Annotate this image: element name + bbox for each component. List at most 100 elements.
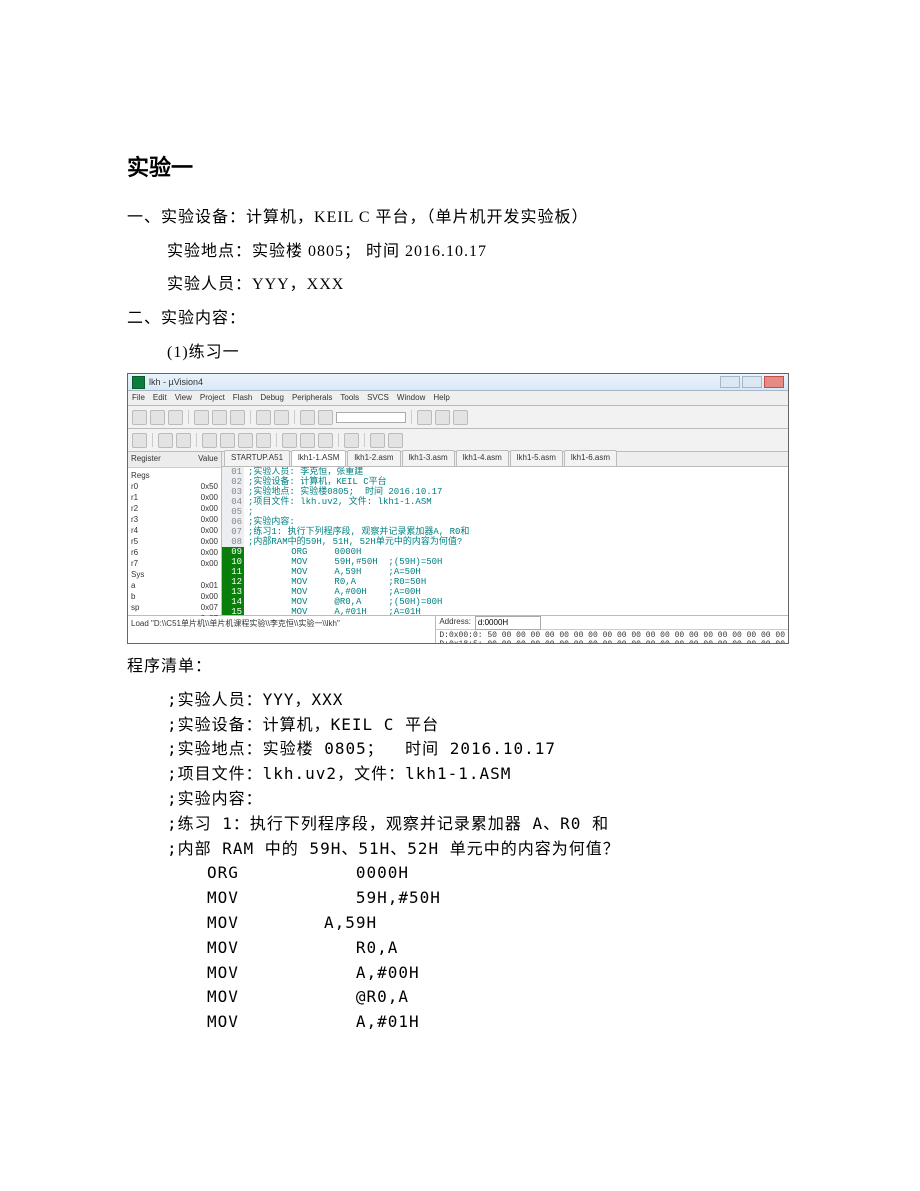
- menu-debug[interactable]: Debug: [260, 392, 284, 405]
- register-row: a0x01: [131, 580, 218, 591]
- source-line: MOV A,#01H ;A=01H: [248, 607, 784, 615]
- asm-line: MOV A,59H: [127, 911, 793, 936]
- source-line: ;实验设备: 计算机，KEIL C平台: [248, 477, 784, 487]
- source-line: ;实验地点: 实验楼0805; 时间 2016.10.17: [248, 487, 784, 497]
- asm-line: MOV @R0,A: [127, 985, 793, 1010]
- analyzer-icon[interactable]: [370, 433, 385, 448]
- editor-tab[interactable]: lkh1-2.asm: [347, 450, 400, 466]
- close-button[interactable]: [764, 376, 784, 388]
- command-panel: Load "D:\\C51单片机\\单片机课程实验\\李克恒\\实验一\\lkh…: [128, 616, 436, 644]
- location-text: 实验楼 0805； 时间 2016.10.17: [252, 243, 487, 260]
- find-icon[interactable]: [318, 410, 333, 425]
- source-line: ORG 0000H: [248, 547, 784, 557]
- menu-file[interactable]: File: [132, 392, 145, 405]
- paste-icon[interactable]: [230, 410, 245, 425]
- memory-address-input[interactable]: [475, 616, 541, 630]
- menubar: File Edit View Project Flash Debug Peripherals…: [128, 391, 788, 406]
- gutter-line: 09: [222, 547, 244, 557]
- register-row: r20x00: [131, 503, 218, 514]
- open-icon[interactable]: [150, 410, 165, 425]
- asm-line: MOV A,#00H: [127, 961, 793, 986]
- register-row: r50x00: [131, 536, 218, 547]
- equipment-text: 计算机，KEIL C 平台，（单片机开发实验板）: [246, 209, 589, 226]
- gutter-line: 14: [222, 597, 244, 607]
- window-title: lkh - µVision4: [149, 375, 720, 389]
- command-output: Load "D:\\C51单片机\\单片机课程实验\\李克恒\\实验一\\lkh…: [131, 618, 432, 631]
- comment-line: ;实验人员：YYY，XXX: [127, 688, 793, 713]
- gutter-line: 08: [224, 537, 242, 547]
- memory-panel: Address: D:0x00:0: 50 00 00 00 00 00 00 …: [436, 616, 788, 644]
- gutter-line: 06: [224, 517, 242, 527]
- save-icon[interactable]: [168, 410, 183, 425]
- source-line: ;练习1: 执行下列程序段, 观察并记录累加器A, R0和: [248, 527, 784, 537]
- run-icon[interactable]: [158, 433, 173, 448]
- new-icon[interactable]: [132, 410, 147, 425]
- registers-panel: Register Value Regs r00x50 r10x00 r20x00…: [128, 452, 222, 615]
- menu-edit[interactable]: Edit: [153, 392, 167, 405]
- content-label: 二、实验内容：: [127, 306, 793, 332]
- gutter-line: 13: [222, 587, 244, 597]
- step-icon[interactable]: [202, 433, 217, 448]
- exercise-1: (1)练习一: [127, 340, 793, 366]
- gutter-line: 04: [224, 497, 242, 507]
- serial-icon[interactable]: [388, 433, 403, 448]
- editor-tab[interactable]: lkh1-1.ASM: [291, 450, 346, 466]
- menu-help[interactable]: Help: [433, 392, 449, 405]
- asm-line: MOV 59H,#50H: [127, 886, 793, 911]
- menu-view[interactable]: View: [175, 392, 192, 405]
- copy-icon[interactable]: [212, 410, 227, 425]
- options-icon[interactable]: [453, 410, 468, 425]
- step-out-icon[interactable]: [238, 433, 253, 448]
- step-over-icon[interactable]: [220, 433, 235, 448]
- stop-icon[interactable]: [176, 433, 191, 448]
- find-input[interactable]: [336, 412, 406, 423]
- run-to-cursor-icon[interactable]: [256, 433, 271, 448]
- source-line: MOV A,#00H ;A=00H: [248, 587, 784, 597]
- comment-line: ;实验地点：实验楼 0805； 时间 2016.10.17: [127, 737, 793, 762]
- listing-title: 程序清单：: [127, 654, 793, 680]
- source-line: MOV A,59H ;A=50H: [248, 567, 784, 577]
- editor-tab[interactable]: STARTUP.A51: [224, 450, 290, 466]
- menu-peripherals[interactable]: Peripherals: [292, 392, 332, 405]
- comment-line: ;内部 RAM 中的 59H、51H、52H 单元中的内容为何值？: [127, 837, 793, 862]
- source-editor[interactable]: ;实验人员: 李克恒，张重建;实验设备: 计算机，KEIL C平台;实验地点: …: [244, 467, 788, 615]
- watch-icon[interactable]: [300, 433, 315, 448]
- build-icon[interactable]: [435, 410, 450, 425]
- source-line: ;实验人员: 李克恒，张重建: [248, 467, 784, 477]
- comment-line: ;练习 1：执行下列程序段，观察并记录累加器 A、R0 和: [127, 812, 793, 837]
- toolbar-2: [128, 429, 788, 452]
- equipment-label: 一、实验设备：: [127, 209, 246, 226]
- gutter-line: 11: [222, 567, 244, 577]
- menu-tools[interactable]: Tools: [340, 392, 359, 405]
- debug-icon[interactable]: [417, 410, 432, 425]
- comment-line: ;项目文件：lkh.uv2，文件：lkh1-1.ASM: [127, 762, 793, 787]
- redo-icon[interactable]: [274, 410, 289, 425]
- menu-svcs[interactable]: SVCS: [367, 392, 389, 405]
- editor-tab[interactable]: lkh1-5.asm: [510, 450, 563, 466]
- cut-icon[interactable]: [194, 410, 209, 425]
- editor-tab[interactable]: lkh1-4.asm: [456, 450, 509, 466]
- editor-tab[interactable]: lkh1-3.asm: [402, 450, 455, 466]
- register-row: b0x00: [131, 591, 218, 602]
- memory-icon[interactable]: [318, 433, 333, 448]
- location-label: 实验地点：: [167, 243, 252, 260]
- menu-project[interactable]: Project: [200, 392, 225, 405]
- register-row: Sys: [131, 569, 218, 580]
- maximize-button[interactable]: [742, 376, 762, 388]
- breakpoint-icon[interactable]: [282, 433, 297, 448]
- register-row: Regs: [131, 470, 218, 481]
- toolbox-icon[interactable]: [344, 433, 359, 448]
- asm-line: MOV R0,A: [127, 936, 793, 961]
- gutter-line: 05: [224, 507, 242, 517]
- gutter-line: 15: [222, 607, 244, 615]
- menu-window[interactable]: Window: [397, 392, 425, 405]
- minimize-button[interactable]: [720, 376, 740, 388]
- reg-col-value: Value: [198, 453, 218, 466]
- menu-flash[interactable]: Flash: [233, 392, 253, 405]
- bookmark-icon[interactable]: [300, 410, 315, 425]
- register-row: r60x00: [131, 547, 218, 558]
- editor-tab[interactable]: lkh1-6.asm: [564, 450, 617, 466]
- undo-icon[interactable]: [256, 410, 271, 425]
- reset-icon[interactable]: [132, 433, 147, 448]
- register-row: sp0x07: [131, 602, 218, 613]
